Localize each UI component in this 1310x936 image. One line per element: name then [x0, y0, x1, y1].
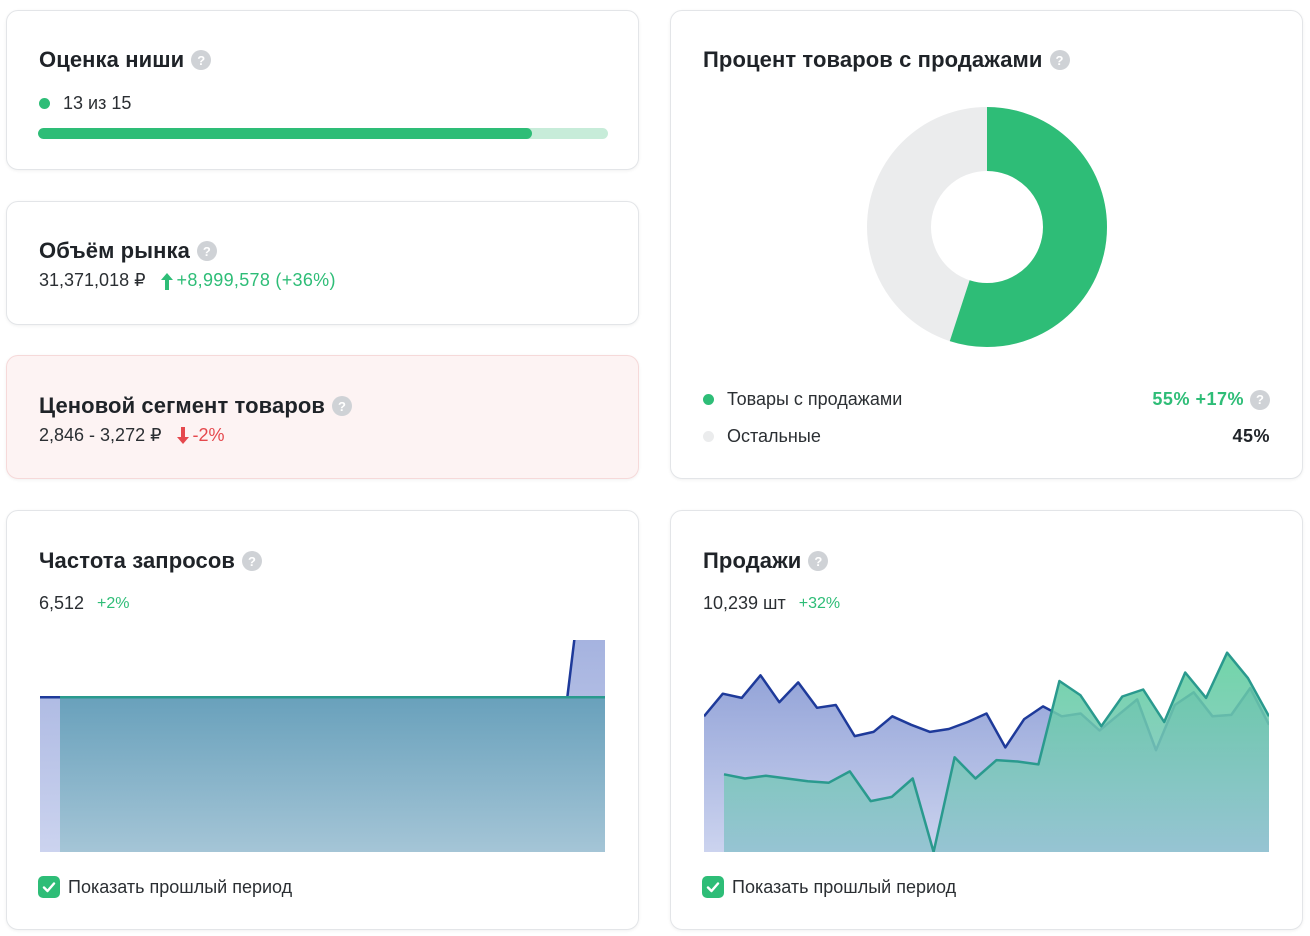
legend-label: Товары с продажами	[727, 389, 903, 409]
market-volume-title: Объём рынка	[39, 238, 190, 263]
niche-score-card: Оценка ниши ? 13 из 15	[6, 10, 639, 170]
request-frequency-row: 6,512 +2%	[39, 593, 130, 614]
legend-label: Остальные	[727, 426, 821, 446]
help-icon[interactable]: ?	[1250, 389, 1270, 410]
checkbox-checked-icon[interactable]	[38, 876, 60, 898]
request-frequency-title: Частота запросов	[39, 548, 235, 573]
request-frequency-change: +2%	[97, 594, 130, 612]
status-dot-icon	[39, 98, 50, 109]
sales-card: Продажи ? 10,239 шт +32% Показать прошлы…	[670, 510, 1303, 930]
sales-change: +32%	[798, 594, 841, 612]
legend-dot-icon	[703, 431, 714, 442]
sales-title: Продажи	[703, 548, 802, 573]
legend-dot-icon	[703, 394, 714, 405]
show-previous-period-toggle[interactable]: Показать прошлый период	[702, 876, 956, 898]
niche-score-value: 13 из 15	[63, 93, 132, 113]
help-icon[interactable]: ?	[1049, 50, 1070, 70]
price-segment-title: Ценовой сегмент товаров	[39, 393, 326, 418]
current-period-area	[60, 697, 605, 852]
show-previous-period-toggle[interactable]: Показать прошлый период	[38, 876, 292, 898]
market-volume-change: +8,999,578 (+36%)	[176, 270, 336, 290]
checkbox-checked-icon[interactable]	[702, 876, 724, 898]
help-icon[interactable]: ?	[332, 396, 353, 416]
sales-value: 10,239 шт	[703, 593, 786, 613]
price-segment-row: 2,846 - 3,272 ₽ -2%	[39, 425, 225, 446]
previous-period-line	[40, 640, 576, 699]
show-previous-period-label: Показать прошлый период	[732, 876, 957, 897]
request-frequency-value: 6,512	[39, 593, 85, 613]
request-frequency-card: Частота запросов ? 6,512 +2% Показать пр…	[6, 510, 639, 930]
market-volume-row: 31,371,018 ₽ +8,999,578 (+36%)	[39, 270, 336, 291]
price-segment-value: 2,846 - 3,272 ₽	[39, 425, 162, 445]
help-icon[interactable]: ?	[808, 551, 829, 571]
niche-score-title: Оценка ниши	[39, 47, 185, 72]
help-icon[interactable]: ?	[191, 50, 212, 70]
sales-percent-card: Процент товаров с продажами ? Товары с п…	[670, 10, 1303, 479]
arrow-up-icon	[160, 272, 173, 290]
sales-chart	[704, 651, 1269, 852]
sales-percent-title: Процент товаров с продажами	[703, 47, 1043, 72]
sales-row: 10,239 шт +32%	[703, 593, 840, 614]
legend-item-rest: Остальные 45%	[703, 426, 1270, 447]
price-segment-change: -2%	[192, 425, 225, 445]
legend-value: 55% +17%	[1152, 389, 1244, 409]
arrow-down-icon	[176, 426, 189, 444]
market-volume-card: Объём рынка ? 31,371,018 ₽ +8,999,578 (+…	[6, 201, 639, 325]
legend-value: 45%	[1232, 426, 1270, 446]
request-frequency-chart	[40, 640, 605, 852]
help-icon[interactable]: ?	[241, 551, 262, 571]
show-previous-period-label: Показать прошлый период	[68, 876, 293, 897]
legend-item-sales: Товары с продажами 55% +17% ?	[703, 389, 1270, 410]
niche-score-progress	[38, 128, 608, 139]
sales-percent-donut	[867, 107, 1107, 347]
niche-score-row: 13 из 15	[39, 93, 131, 114]
price-segment-card: Ценовой сегмент товаров ? 2,846 - 3,272 …	[6, 355, 639, 479]
market-volume-value: 31,371,018 ₽	[39, 270, 146, 290]
niche-score-progress-fill	[38, 128, 533, 139]
help-icon[interactable]: ?	[196, 241, 217, 261]
